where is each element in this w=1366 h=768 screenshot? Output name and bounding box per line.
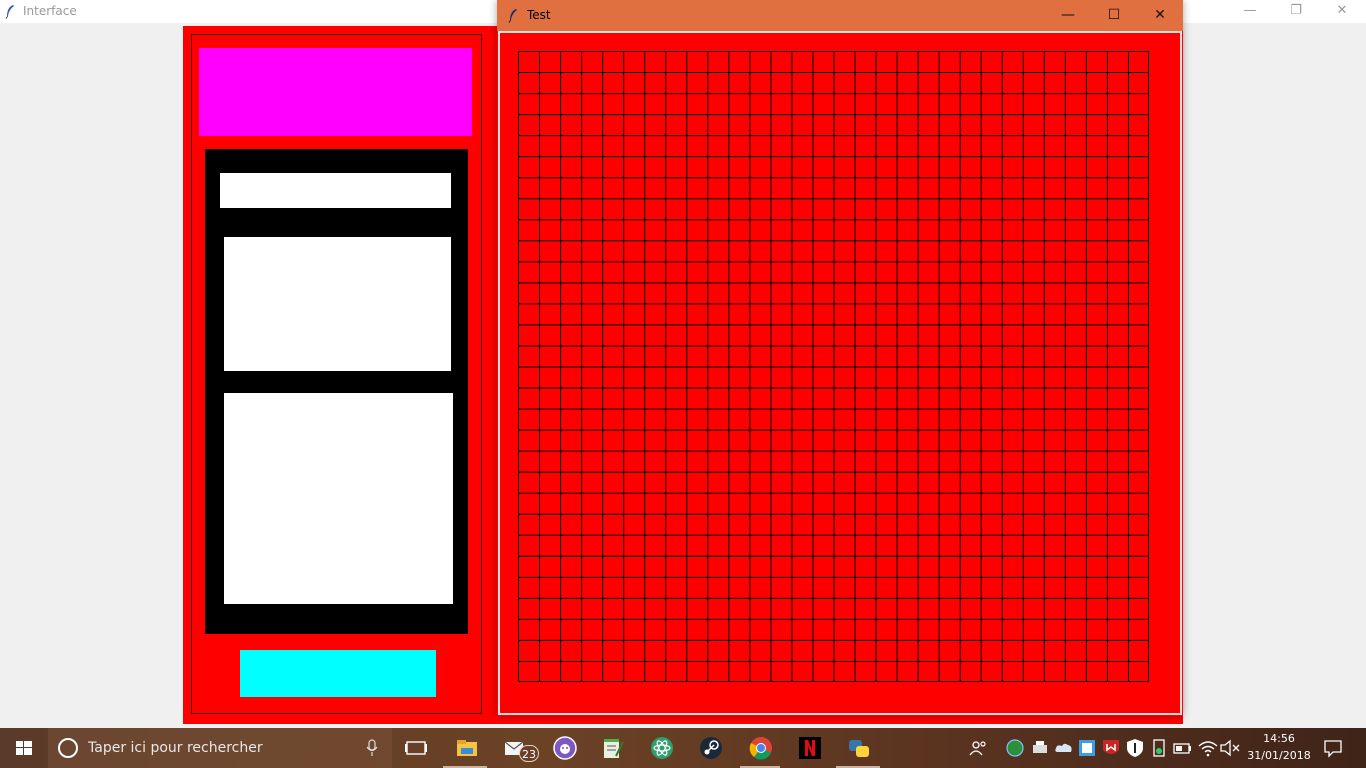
- python-icon[interactable]: [847, 736, 871, 760]
- file-explorer-icon[interactable]: [455, 736, 479, 760]
- windows-start-icon[interactable]: [0, 728, 48, 768]
- usb-icon[interactable]: [1147, 736, 1171, 760]
- notification-icon[interactable]: [1321, 736, 1345, 760]
- feather-icon: [5, 5, 14, 19]
- test-title: Test: [527, 8, 551, 22]
- microphone-icon[interactable]: [366, 739, 378, 757]
- mcafee-icon[interactable]: [1099, 736, 1123, 760]
- magenta-label: [199, 48, 472, 136]
- feather-icon: [508, 9, 517, 23]
- volume-muted-icon[interactable]: [1218, 736, 1242, 760]
- minimize-button[interactable]: —: [1227, 0, 1273, 23]
- clock-date[interactable]: 31/01/2018: [1245, 749, 1313, 762]
- interface-title: Interface: [23, 4, 77, 18]
- close-button[interactable]: ✕: [1319, 0, 1365, 23]
- people-icon[interactable]: [967, 736, 991, 760]
- cyan-button[interactable]: [240, 650, 436, 697]
- test-titlebar[interactable]: Test — ☐ ✕: [497, 0, 1183, 31]
- network-globe-icon[interactable]: [1003, 736, 1027, 760]
- wifi-icon[interactable]: [1196, 736, 1220, 760]
- test-window: Test — ☐ ✕: [497, 0, 1183, 716]
- white-entry-field[interactable]: [220, 173, 451, 208]
- printer-icon[interactable]: [1028, 736, 1052, 760]
- purple-app-icon[interactable]: [553, 736, 577, 760]
- close-button[interactable]: ✕: [1137, 0, 1183, 31]
- atom-icon[interactable]: [650, 736, 674, 760]
- mail-badge: 23: [519, 745, 539, 762]
- cortana-icon[interactable]: [58, 738, 78, 758]
- search-box[interactable]: Taper ici pour rechercher: [48, 728, 392, 768]
- shield-icon[interactable]: [1123, 736, 1147, 760]
- minimize-button[interactable]: —: [1045, 0, 1091, 31]
- desktop-screen: Interface — ❐ ✕ Test — ☐ ✕ Taper ici pou…: [0, 0, 1366, 768]
- maximize-button[interactable]: ☐: [1091, 0, 1137, 31]
- taskbar: Taper ici pour rechercher 23 14:56 31/01…: [0, 728, 1366, 768]
- cloud-icon[interactable]: [1052, 736, 1076, 760]
- app-tray-icon[interactable]: [1075, 736, 1099, 760]
- notepad-icon[interactable]: [601, 736, 625, 760]
- steam-icon[interactable]: [699, 736, 723, 760]
- task-view-icon[interactable]: [404, 736, 428, 760]
- battery-icon[interactable]: [1171, 736, 1195, 760]
- restore-button[interactable]: ❐: [1273, 0, 1319, 23]
- white-text-area-2[interactable]: [224, 393, 453, 604]
- white-text-area-1[interactable]: [224, 237, 451, 371]
- netflix-icon[interactable]: [798, 736, 822, 760]
- chrome-icon[interactable]: [749, 736, 773, 760]
- clock-time[interactable]: 14:56: [1249, 732, 1309, 745]
- grid-canvas[interactable]: [518, 51, 1149, 682]
- search-placeholder: Taper ici pour rechercher: [88, 740, 263, 756]
